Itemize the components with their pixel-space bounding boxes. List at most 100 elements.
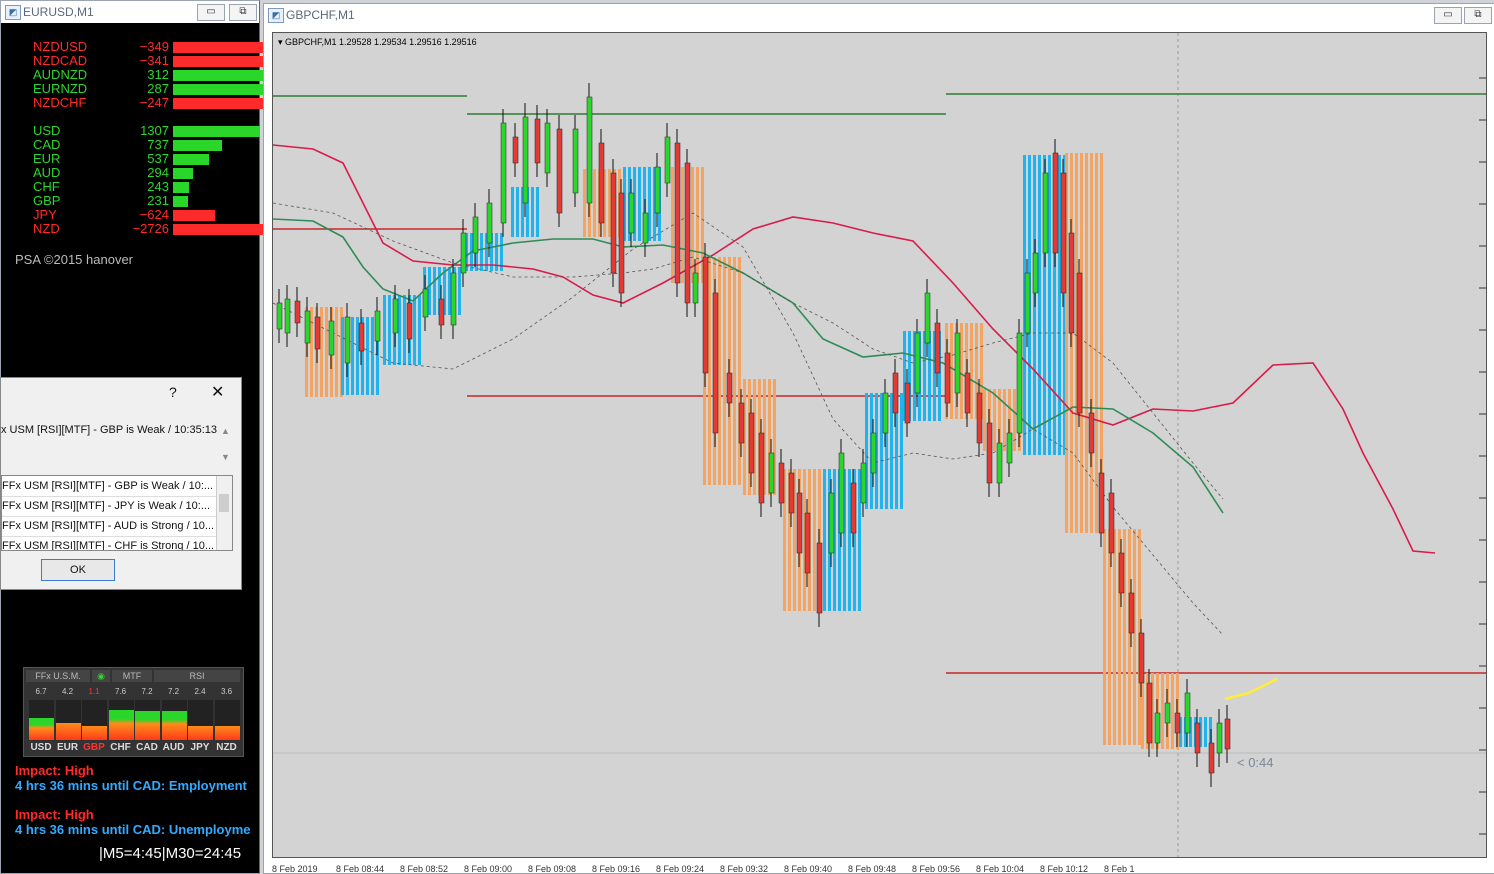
signal-bar [1103,529,1106,745]
psa-value: 243 [147,179,169,194]
meter-eye-icon: ◉ [92,670,110,682]
meter-column-usd [29,700,54,740]
signal-bar [718,257,721,485]
candle-body [1098,472,1105,534]
psa-value: 737 [147,137,169,152]
candle-body [1146,682,1153,744]
signal-bar [413,295,416,365]
candle-body [860,462,867,504]
signal-bar [1003,389,1006,451]
candle-body [892,372,899,414]
candle-body [816,542,823,614]
candle-body [870,432,877,474]
scroll-down-icon[interactable]: ▼ [221,452,230,462]
candle-body [1016,332,1023,434]
close-icon[interactable]: ✕ [211,382,224,402]
candle-body [422,288,429,318]
signal-bar [1048,155,1051,455]
candle-body [748,412,755,474]
candle-body [358,322,365,352]
time-axis-label: 8 Feb 08:44 [336,864,385,874]
gbpchf-titlebar[interactable]: ◩ GBPCHF,M1 ▭ ⧉ [264,4,1494,26]
psa-value: 1307 [140,123,169,138]
meter-column-gbp [82,700,107,740]
chart-canvas[interactable] [273,33,1486,857]
candle-body [628,192,635,234]
candle-body [674,142,681,284]
candle-body [1174,712,1181,734]
candle-body [934,322,941,374]
candle-body [1184,692,1191,734]
candle-body [1118,552,1125,594]
signal-bar [366,317,369,395]
candle-body [1052,152,1059,254]
chart-window-icon: ◩ [268,8,284,23]
signal-bar [950,323,953,419]
signal-bar [458,267,461,315]
candle-body [460,232,467,274]
eurusd-titlebar[interactable]: ◩ EURUSD,M1 ▭ ⧉ [1,1,259,23]
signal-bar [813,469,816,611]
candle-body [544,122,551,174]
signal-bar [320,307,323,397]
signal-bar [723,257,726,485]
signal-bar [983,389,986,451]
candle-timer: |M5=4:45|M30=24:45 [99,845,242,862]
candle-body [1128,592,1135,634]
alert-list-item[interactable]: FFx USM [RSI][MTF] - JPY is Weak / 10:..… [2,496,216,517]
alert-dialog: ? ✕ x USM [RSI][MTF] - GBP is Weak / 10:… [0,377,242,590]
alert-list-scrollbar[interactable] [216,476,232,550]
candle-body [374,310,381,342]
meter-value: 7.2 [141,687,153,696]
scroll-up-icon[interactable]: ▲ [221,426,230,436]
signal-bar [593,169,596,237]
meter-fill [135,711,160,740]
candle-body [1164,702,1171,724]
candle-body [1076,272,1083,414]
restore-button[interactable]: ⧉ [229,4,257,21]
restore-button[interactable]: ⧉ [1464,7,1492,24]
psa-bar [173,98,265,109]
scrollbar-thumb[interactable] [219,494,229,512]
signal-bar [341,317,344,395]
time-axis-label: 8 Feb 09:00 [464,864,513,874]
alert-list[interactable]: FFx USM [RSI][MTF] - GBP is Weak / 10:..… [1,475,233,551]
help-icon[interactable]: ? [169,384,177,400]
meter-label-chf: CHF [110,742,131,753]
psa-bar [173,140,223,151]
alert-list-item[interactable]: FFx USM [RSI][MTF] - AUD is Strong / 10.… [2,516,216,537]
candle-body [924,292,931,344]
signal-bar [531,187,534,237]
psa-value: 294 [147,165,169,180]
meter-value: 4.2 [61,687,74,696]
candle-body [768,452,775,494]
time-axis-label: 8 Feb 10:12 [1040,864,1089,874]
ok-button[interactable]: OK [41,559,115,581]
signal-bar [648,167,651,241]
signal-bar [388,295,391,365]
candle-body [986,422,993,484]
meter-column-nzd [214,700,240,740]
meter-label-usd: USD [30,742,52,753]
candle-body [738,402,745,444]
candle-body [610,172,617,274]
alert-list-item[interactable]: FFx USM [RSI][MTF] - CHF is Strong / 10.… [2,536,216,550]
signal-bar [923,331,926,421]
candle-body [796,492,803,554]
candle-body [954,332,961,394]
meter-label-gbp: GBP [83,742,105,753]
minimize-button[interactable]: ▭ [197,4,225,21]
time-axis-label: 8 Feb 10:04 [976,864,1025,874]
signal-bar [335,307,338,397]
candle-body [406,302,413,340]
psa-value: −247 [139,95,169,110]
minimize-button[interactable]: ▭ [1434,7,1462,24]
psa-value: 287 [147,81,169,96]
candle-body [882,392,889,434]
candle-body [1216,722,1223,754]
alert-list-item[interactable]: FFx USM [RSI][MTF] - GBP is Weak / 10:..… [2,476,216,497]
candle-body [838,452,845,534]
signal-bar [398,295,401,365]
price-chart[interactable]: ▾ GBPCHF,M1 1.29528 1.29534 1.29516 1.29… [272,32,1487,858]
signal-bar [536,187,539,237]
